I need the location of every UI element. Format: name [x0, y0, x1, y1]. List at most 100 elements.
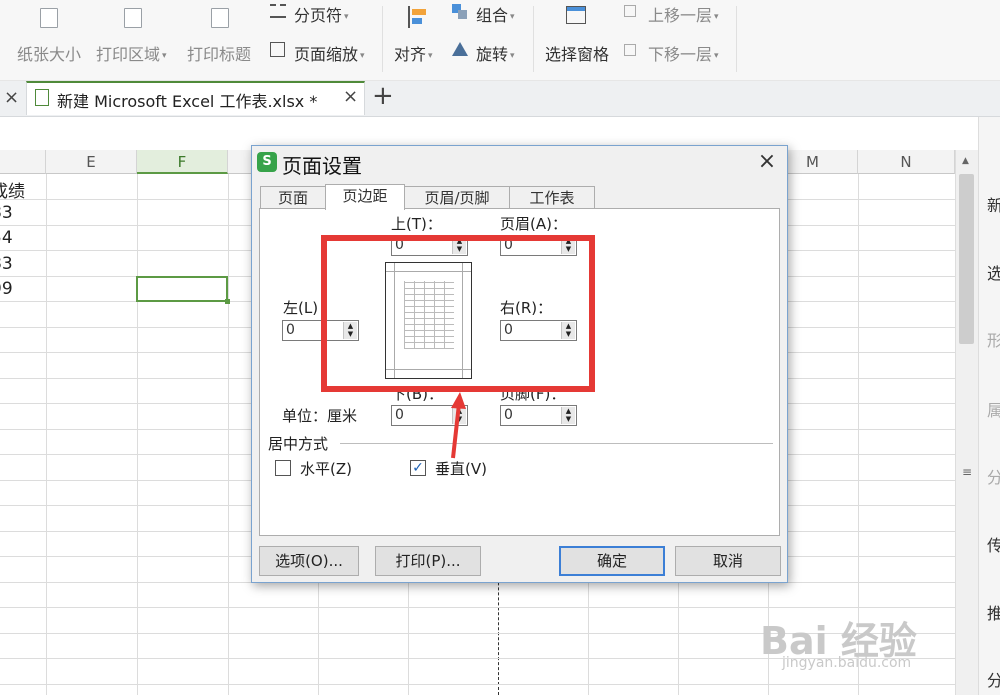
wps-logo-icon: S	[257, 152, 277, 172]
scrollbar-thumb[interactable]	[959, 174, 974, 344]
chevron-down-icon: ▾	[714, 50, 719, 61]
page-zoom-button[interactable]: 页面缩放 ▾	[294, 41, 365, 65]
column-header-f[interactable]: F	[137, 150, 228, 174]
selected-cell-f5[interactable]	[136, 276, 230, 304]
tab-title: 新建 Microsoft Excel 工作表.xlsx *	[57, 92, 318, 111]
grid-line	[0, 684, 955, 685]
close-icon[interactable]: ×	[752, 148, 782, 176]
paper-size-icon	[40, 8, 58, 28]
bring-forward-button[interactable]: 上移一层 ▾	[648, 2, 719, 26]
bottom-margin-value: 0	[395, 407, 404, 423]
horizontal-label: 水平(Z)	[300, 460, 352, 478]
chevron-down-icon: ▾	[510, 11, 515, 22]
task-pane-item-new[interactable]: 新	[987, 192, 1000, 216]
ribbon-toolbar: 纸张大小 打印区域 ▾ 打印标题 分页符 ▾ 页面缩放 ▾ 对齐 ▾ 组合 ▾ 旋转 ▾ 选…	[0, 0, 1000, 81]
divider	[533, 6, 534, 72]
send-backward-label: 下移一层	[648, 45, 713, 64]
grid-line	[46, 174, 47, 695]
divider	[736, 6, 737, 72]
task-pane-item-select[interactable]: 选	[987, 260, 1000, 284]
options-button[interactable]: 选项(O)...	[259, 546, 359, 576]
group-icon	[452, 4, 468, 20]
spin-up-icon[interactable]: ▲	[562, 407, 575, 415]
print-area-icon	[124, 8, 142, 28]
spin-down-icon[interactable]: ▼	[562, 415, 575, 423]
vertical-scrollbar[interactable]: ▲ ≡	[955, 150, 978, 695]
grid-line	[0, 607, 955, 608]
cell-d5[interactable]: 99	[0, 279, 13, 299]
cancel-button[interactable]: 取消	[675, 546, 781, 576]
chevron-down-icon: ▾	[360, 50, 365, 61]
section-divider	[340, 443, 773, 444]
grid-line	[228, 174, 229, 695]
send-backward-button[interactable]: 下移一层 ▾	[648, 41, 719, 65]
cell-d1[interactable]: 成绩	[0, 177, 25, 202]
chevron-down-icon: ▾	[428, 50, 433, 61]
splitter-grip-icon[interactable]: ≡	[962, 465, 972, 479]
task-pane-item-shape[interactable]: 形	[987, 327, 1000, 351]
center-section-label: 居中方式	[268, 435, 329, 453]
document-tab-bar: × 新建 Microsoft Excel 工作表.xlsx * × +	[0, 81, 1000, 117]
task-pane-item-share[interactable]: 分	[987, 464, 1000, 488]
close-tab-icon[interactable]: ×	[343, 86, 358, 107]
task-pane-item-properties[interactable]: 属	[987, 397, 1000, 421]
print-button[interactable]: 打印(P)...	[375, 546, 481, 576]
left-margin-label: 左(L)	[283, 299, 319, 317]
paper-size-button[interactable]: 纸张大小	[17, 41, 81, 65]
cell-d2[interactable]: 83	[0, 203, 13, 223]
close-prev-tab-icon[interactable]: ×	[4, 87, 19, 108]
align-label: 对齐	[394, 45, 427, 64]
page-zoom-label: 页面缩放	[294, 45, 359, 64]
page-break-label: 分页符	[294, 6, 343, 25]
align-button[interactable]: 对齐 ▾	[394, 41, 433, 65]
send-backward-icon	[624, 44, 636, 56]
tab-header-footer[interactable]: 页眉/页脚	[404, 186, 510, 208]
print-titles-icon	[211, 8, 229, 28]
tab-worksheet[interactable]: 工作表	[509, 186, 595, 208]
horizontal-checkbox[interactable]	[275, 460, 291, 476]
excel-file-icon	[35, 89, 49, 106]
new-tab-button[interactable]: +	[372, 81, 394, 111]
task-pane-item-transfer[interactable]: 传	[987, 532, 1000, 556]
task-pane-item-split[interactable]: 分	[987, 667, 1000, 691]
group-button[interactable]: 组合 ▾	[476, 2, 515, 26]
rotate-icon	[452, 42, 468, 56]
print-titles-button[interactable]: 打印标题	[187, 41, 251, 65]
rotate-label: 旋转	[476, 45, 509, 64]
column-header-n[interactable]: N	[858, 150, 955, 174]
page-break-button[interactable]: 分页符 ▾	[294, 2, 349, 26]
vertical-checkbox[interactable]: ✓	[410, 460, 426, 476]
ok-button[interactable]: 确定	[559, 546, 665, 576]
task-pane: 新 选 形 属 分 传 推 分	[978, 117, 1000, 695]
rotate-button[interactable]: 旋转 ▾	[476, 41, 515, 65]
selection-pane-button[interactable]: 选择窗格	[545, 41, 609, 65]
dialog-title: 页面设置	[282, 154, 362, 178]
unit-label: 单位：厘米	[282, 407, 358, 425]
footer-margin-stepper[interactable]: 0 ▲ ▼	[500, 405, 577, 426]
red-arrow-icon	[451, 392, 466, 459]
align-icon	[408, 6, 428, 28]
fill-handle[interactable]	[225, 299, 230, 304]
footer-margin-value: 0	[504, 407, 513, 423]
scroll-up-icon[interactable]: ▲	[962, 156, 969, 166]
column-header-e[interactable]: E	[46, 150, 137, 174]
spinner-buttons[interactable]: ▲▼	[561, 407, 575, 424]
task-pane-item-recommend[interactable]: 推	[987, 600, 1000, 624]
top-margin-label: 上(T)：	[391, 215, 442, 233]
chevron-down-icon: ▾	[714, 11, 719, 22]
highlight-box	[321, 235, 595, 392]
print-area-label: 打印区域	[96, 45, 161, 64]
page-break-icon	[270, 4, 286, 18]
grid-line	[137, 174, 138, 695]
tab-margins[interactable]: 页边距	[325, 184, 405, 210]
chevron-down-icon: ▾	[162, 50, 167, 61]
divider	[382, 6, 383, 72]
cell-d3[interactable]: 54	[0, 228, 13, 248]
tab-page[interactable]: 页面	[260, 186, 326, 208]
column-header-d[interactable]: D	[0, 150, 46, 174]
tab-workbook[interactable]: 新建 Microsoft Excel 工作表.xlsx * ×	[26, 81, 365, 115]
print-area-button[interactable]: 打印区域 ▾	[96, 41, 167, 65]
group-label: 组合	[476, 6, 509, 25]
selection-pane-icon	[566, 6, 586, 24]
cell-d4[interactable]: 83	[0, 254, 13, 274]
